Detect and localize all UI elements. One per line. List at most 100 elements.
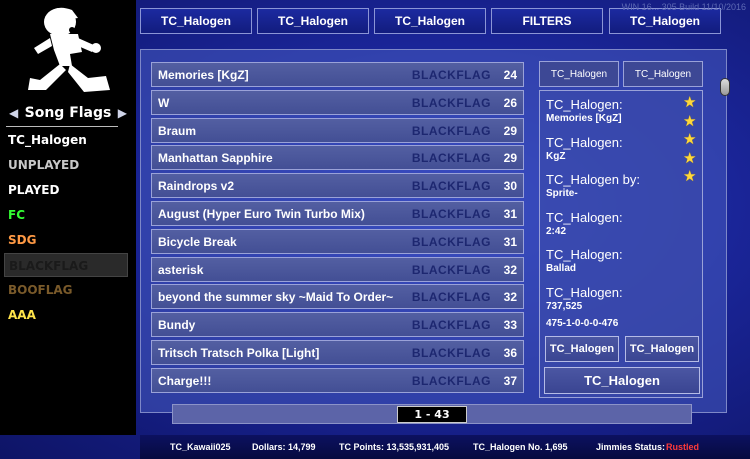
star-icon: ★ — [683, 130, 697, 148]
song-flag: BLACKFLAG — [411, 151, 491, 166]
song-level: 26 — [503, 95, 517, 110]
song-flag: BLACKFLAG — [411, 179, 491, 194]
flag-item-3[interactable]: FC — [8, 203, 132, 227]
star-icon: ★ — [683, 148, 697, 167]
song-row[interactable]: Manhattan Sapphire BLACKFLAG 29 — [151, 145, 524, 171]
song-row[interactable]: Charge!!! BLACKFLAG 37 — [151, 367, 524, 393]
song-row[interactable]: Bundy BLACKFLAG 33 — [151, 312, 524, 338]
song-title: Tritsch Tratsch Polka [Light] — [158, 346, 320, 360]
arrow-right-icon[interactable]: ▶ — [117, 106, 127, 120]
song-title: asterisk — [158, 262, 204, 277]
song-flag: BLACKFLAG — [411, 207, 491, 221]
info-value: Memories [KgZ] — [546, 113, 622, 124]
info-label: TC_Halogen: — [546, 284, 623, 300]
song-row[interactable]: asterisk BLACKFLAG 32 — [151, 256, 524, 282]
flag-item-1[interactable]: UNPLAYED — [8, 153, 132, 177]
song-level: 29 — [503, 123, 517, 138]
song-flag: BLACKFLAG — [411, 95, 491, 110]
song-title: Charge!!! — [158, 373, 212, 388]
version-text: WIN 16... 305 Build 11/10/2016 — [621, 2, 746, 12]
info-tab-1[interactable]: TC_Halogen — [623, 61, 703, 87]
flag-item-0[interactable]: TC_Halogen — [8, 128, 132, 152]
status-halogen-no: TC_Halogen No. 1,695 — [473, 442, 568, 452]
song-level: 29 — [503, 151, 517, 166]
info-value: 2:42 — [546, 225, 567, 237]
song-row[interactable]: beyond the summer sky ~Maid To Order~ BLA… — [151, 284, 524, 310]
flag-item-2[interactable]: PLAYED — [8, 178, 132, 202]
sidebar: ◀ Song Flags ▶ TC_Halogen UNPLAYED PLAYED F… — [0, 0, 136, 435]
song-flag: BLACKFLAG — [411, 262, 491, 277]
song-level: 31 — [503, 207, 517, 221]
info-tab-0[interactable]: TC_Halogen — [539, 61, 619, 87]
star-icon: ★ — [683, 93, 697, 111]
song-flag: BLACKFLAG — [411, 290, 491, 305]
flag-item-7[interactable]: AAA — [8, 303, 132, 327]
page-indicator: 1 - 43 — [397, 406, 467, 423]
status-bar: TC_Kawaii025 Dollars: 14,799 TC Points: … — [140, 435, 750, 459]
song-level: 31 — [503, 234, 517, 249]
song-level: 37 — [503, 373, 517, 388]
info-value: Sprite- — [546, 188, 578, 199]
song-level: 24 — [503, 68, 517, 82]
stepmania-logo — [28, 7, 110, 92]
flag-item-6[interactable]: BOOFLAG — [8, 278, 132, 302]
info-label: TC_Halogen by: — [546, 172, 640, 187]
song-row[interactable]: W BLACKFLAG 26 — [151, 89, 524, 115]
status-points: TC Points: 13,535,931,405 — [339, 442, 450, 452]
song-row[interactable]: August (Hyper Euro Twin Turbo Mix) BLACKF… — [151, 201, 524, 226]
song-flags-header: ◀ Song Flags ▶ — [0, 102, 136, 124]
song-flag: BLACKFLAG — [411, 68, 491, 82]
top-tab-0[interactable]: TC_Halogen — [140, 8, 252, 34]
info-label: TC_Halogen: — [546, 209, 623, 225]
song-title: Manhattan Sapphire — [158, 151, 273, 166]
song-level: 32 — [503, 262, 517, 277]
info-value: Ballad — [546, 263, 577, 274]
song-title: Braum — [158, 123, 197, 138]
song-row[interactable]: Braum BLACKFLAG 29 — [151, 117, 524, 143]
top-tab-3[interactable]: FILTERS — [491, 8, 603, 34]
song-level: 33 — [503, 318, 517, 333]
song-title: beyond the summer sky ~Maid To Order~ — [158, 290, 394, 305]
status-user: TC_Kawaii025 — [170, 442, 231, 452]
info-label: TC_Halogen: — [546, 247, 623, 262]
main-panel: Memories [KgZ] BLACKFLAG 24 W BLACKFLAG 26 Bra… — [140, 49, 730, 413]
info-wide-button[interactable]: TC_Halogen — [544, 367, 700, 394]
song-row[interactable]: Memories [KgZ] BLACKFLAG 24 — [151, 62, 524, 87]
song-row[interactable]: Bicycle Break BLACKFLAG 31 — [151, 228, 524, 254]
song-flag: BLACKFLAG — [411, 123, 491, 138]
song-flag: BLACKFLAG — [411, 234, 491, 249]
song-title: Bicycle Break — [158, 234, 237, 249]
song-level: 30 — [503, 179, 517, 194]
flag-item-5[interactable]: BLACKFLAG — [4, 253, 128, 277]
divider — [6, 126, 118, 127]
star-icon: ★ — [683, 111, 697, 130]
top-tab-1[interactable]: TC_Halogen — [257, 8, 369, 34]
scroll-thumb[interactable] — [720, 78, 730, 96]
arrow-left-icon[interactable]: ◀ — [9, 106, 19, 120]
song-title: W — [158, 95, 170, 110]
song-flag: BLACKFLAG — [411, 346, 491, 360]
song-level: 36 — [503, 346, 517, 360]
song-flag: BLACKFLAG — [411, 373, 491, 388]
song-flags-title: Song Flags — [24, 105, 112, 121]
star-icon: ★ — [683, 167, 697, 185]
status-dollars: Dollars: 14,799 — [252, 442, 316, 452]
song-level: 32 — [503, 290, 517, 305]
info-label: TC_Halogen: — [546, 134, 623, 150]
info-value: 737,525 — [546, 300, 583, 312]
info-value-secondary: 475-1-0-0-0-476 — [546, 317, 619, 329]
song-title: Memories [KgZ] — [158, 68, 249, 82]
top-tab-2[interactable]: TC_Halogen — [374, 8, 486, 34]
info-label: TC_Halogen: — [546, 97, 623, 112]
status-jimmies-label: Jimmies Status: — [596, 442, 666, 452]
info-button-2[interactable]: TC_Halogen — [625, 336, 699, 362]
song-title: August (Hyper Euro Twin Turbo Mix) — [158, 207, 365, 221]
song-title: Raindrops v2 — [158, 179, 235, 194]
song-row[interactable]: Raindrops v2 BLACKFLAG 30 — [151, 173, 524, 199]
info-button-1[interactable]: TC_Halogen — [545, 336, 619, 362]
song-row[interactable]: Tritsch Tratsch Polka [Light] BLACKFLAG 36 — [151, 340, 524, 365]
song-title: Bundy — [158, 318, 196, 333]
flag-item-4[interactable]: SDG — [8, 228, 132, 252]
info-value: KgZ — [546, 150, 566, 162]
status-jimmies-value: Rustled — [666, 442, 700, 452]
